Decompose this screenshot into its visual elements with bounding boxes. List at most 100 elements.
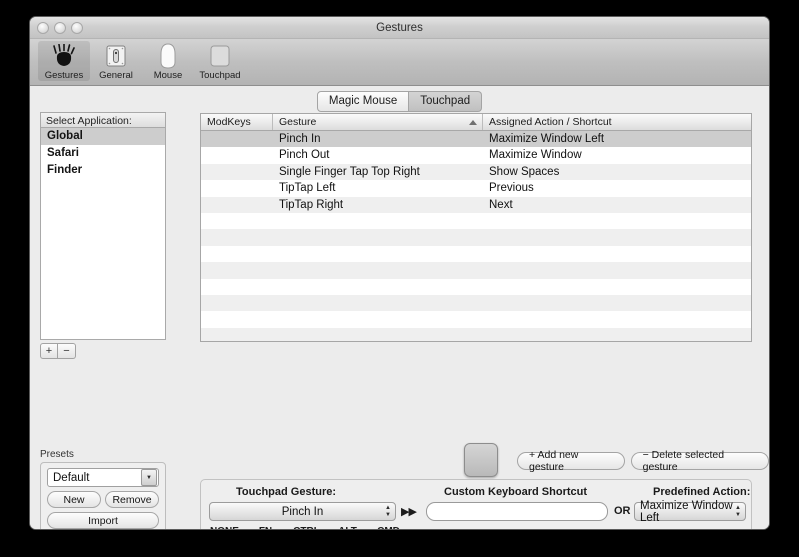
toolbar-item-label: Mouse xyxy=(153,70,183,81)
table-cell-gesture: TipTap Left xyxy=(279,182,336,195)
table-row-empty[interactable] xyxy=(201,278,751,295)
column-header-gesture-label: Gesture xyxy=(279,116,317,128)
table-cell-gesture: Single Finger Tap Top Right xyxy=(279,165,420,178)
table-row-empty[interactable] xyxy=(201,262,751,279)
application-list-buttons: + − xyxy=(40,343,166,359)
toolbar-item-label: Gestures xyxy=(44,70,84,81)
preset-select-value: Default xyxy=(53,471,90,484)
gesture-select[interactable]: Pinch In ▲ ▼ xyxy=(209,502,396,521)
modifier-alt[interactable]: ALT xyxy=(327,526,368,529)
gesture-select-value: Pinch In xyxy=(281,505,324,518)
delete-selected-gesture-button[interactable]: − Delete selected gesture xyxy=(630,449,769,473)
select-application-header: Select Application: xyxy=(40,112,166,128)
table-cell-modkeys xyxy=(201,147,273,163)
tab-touchpad[interactable]: Touchpad xyxy=(409,91,483,112)
table-cell-action: Maximize Window Left xyxy=(489,133,605,145)
minimize-button[interactable] xyxy=(54,22,66,34)
table-row-empty[interactable] xyxy=(201,294,751,312)
title-bar: Gestures xyxy=(30,17,769,39)
toolbar-item-label: Touchpad xyxy=(199,70,241,81)
window-title: Gestures xyxy=(376,22,423,34)
new-preset-button[interactable]: New xyxy=(47,491,101,508)
app-item-finder[interactable]: Finder xyxy=(41,162,165,179)
touchpad-preview[interactable] xyxy=(464,443,498,477)
sort-ascending-icon xyxy=(469,120,477,125)
toolbar-item-mouse[interactable]: Mouse xyxy=(142,41,194,81)
add-new-gesture-button[interactable]: + Add new gesture xyxy=(517,449,625,473)
table-header: ModKeys Gesture Assigned Action / Shortc… xyxy=(201,114,751,131)
flow-arrow-icon: ▶▶ xyxy=(401,506,417,518)
custom-shortcut-label: Custom Keyboard Shortcut xyxy=(444,486,588,498)
table-row-empty[interactable] xyxy=(201,327,751,341)
stepper-arrows-icon: ▲ ▼ xyxy=(385,505,391,518)
application-list[interactable]: Global Safari Finder xyxy=(40,128,166,340)
modifier-label: ALT xyxy=(338,526,357,529)
table-row-empty[interactable] xyxy=(201,229,751,246)
tab-magic-mouse[interactable]: Magic Mouse xyxy=(316,91,410,112)
toolbar: Gestures General Mouse Touchpad xyxy=(30,39,769,86)
table-cell-modkeys xyxy=(201,164,273,180)
modifier-radio-group: NONE FN CTRL ALT CMD xyxy=(204,526,409,529)
predefined-action-select[interactable]: Maximize Window Left ▲ ▼ xyxy=(634,499,746,524)
gesture-editor-panel: Touchpad Gesture: Custom Keyboard Shortc… xyxy=(200,479,752,529)
tab-bar: Magic Mouse Touchpad xyxy=(30,86,769,112)
table-row[interactable]: Pinch Out Maximize Window xyxy=(201,147,751,164)
import-row: Import xyxy=(47,512,159,529)
remove-preset-button[interactable]: Remove xyxy=(105,491,159,508)
table-row-empty[interactable] xyxy=(201,311,751,328)
column-header-gesture[interactable]: Gesture xyxy=(273,114,483,130)
predefined-action-label: Predefined Action: xyxy=(653,486,751,498)
touchpad-gesture-label: Touchpad Gesture: xyxy=(236,486,337,498)
modifier-label: CTRL xyxy=(293,526,320,529)
table-cell-modkeys xyxy=(201,131,273,147)
chevron-down-icon: ▼ xyxy=(141,469,157,486)
app-item-safari[interactable]: Safari xyxy=(41,145,165,162)
modifier-ctrl[interactable]: CTRL xyxy=(286,526,327,529)
predefined-action-value: Maximize Window Left xyxy=(640,499,733,524)
gesture-table[interactable]: ModKeys Gesture Assigned Action / Shortc… xyxy=(200,113,752,342)
mouse-icon xyxy=(159,43,177,69)
window-controls xyxy=(37,22,83,34)
add-application-button[interactable]: + xyxy=(40,343,58,359)
table-row-empty[interactable] xyxy=(201,245,751,263)
touchpad-icon xyxy=(208,43,232,69)
column-header-action[interactable]: Assigned Action / Shortcut xyxy=(483,114,751,130)
toolbar-item-gestures[interactable]: Gestures xyxy=(38,41,90,81)
switch-icon xyxy=(104,43,128,69)
modifier-fn[interactable]: FN xyxy=(245,526,286,529)
custom-shortcut-input[interactable] xyxy=(426,502,608,521)
gestures-window: Gestures Gestures General Mouse Touchpad… xyxy=(29,16,770,530)
import-button[interactable]: Import xyxy=(47,512,159,529)
toolbar-item-label: General xyxy=(99,70,133,81)
table-row[interactable]: TipTap Left Previous xyxy=(201,180,751,197)
or-label: OR xyxy=(614,505,631,517)
modifier-none[interactable]: NONE xyxy=(204,526,245,529)
modifier-label: NONE xyxy=(210,526,239,529)
app-item-global[interactable]: Global xyxy=(41,128,165,145)
table-row[interactable]: TipTap Right Next xyxy=(201,196,751,213)
table-row[interactable]: Pinch In Maximize Window Left xyxy=(201,131,751,148)
modifier-label: CMD xyxy=(377,526,400,529)
modifier-cmd[interactable]: CMD xyxy=(368,526,409,529)
remove-application-button[interactable]: − xyxy=(58,343,76,359)
table-body: Pinch In Maximize Window Left Pinch Out Max… xyxy=(201,131,751,341)
preset-button-row: New Remove xyxy=(47,491,159,508)
toolbar-item-general[interactable]: General xyxy=(90,41,142,81)
table-cell-action: Show Spaces xyxy=(489,165,560,178)
stepper-arrows-icon: ▲ ▼ xyxy=(735,505,741,518)
presets-label: Presets xyxy=(40,449,74,460)
content-area: Magic Mouse Touchpad Select Application:… xyxy=(30,86,769,529)
column-header-modkeys[interactable]: ModKeys xyxy=(201,114,273,130)
toolbar-item-touchpad[interactable]: Touchpad xyxy=(194,41,246,81)
presets-box: Default ▼ New Remove Import Export xyxy=(40,462,166,529)
zoom-button[interactable] xyxy=(71,22,83,34)
table-cell-action: Maximize Window xyxy=(489,149,582,162)
table-cell-modkeys xyxy=(201,180,273,196)
table-cell-gesture: TipTap Right xyxy=(279,198,344,211)
preset-select[interactable]: Default ▼ xyxy=(47,468,159,487)
table-row[interactable]: Single Finger Tap Top Right Show Spaces xyxy=(201,163,751,181)
table-cell-gesture: Pinch In xyxy=(279,133,321,145)
application-panel: Select Application: Global Safari Finder… xyxy=(40,112,166,359)
close-button[interactable] xyxy=(37,22,49,34)
table-row-empty[interactable] xyxy=(201,212,751,230)
